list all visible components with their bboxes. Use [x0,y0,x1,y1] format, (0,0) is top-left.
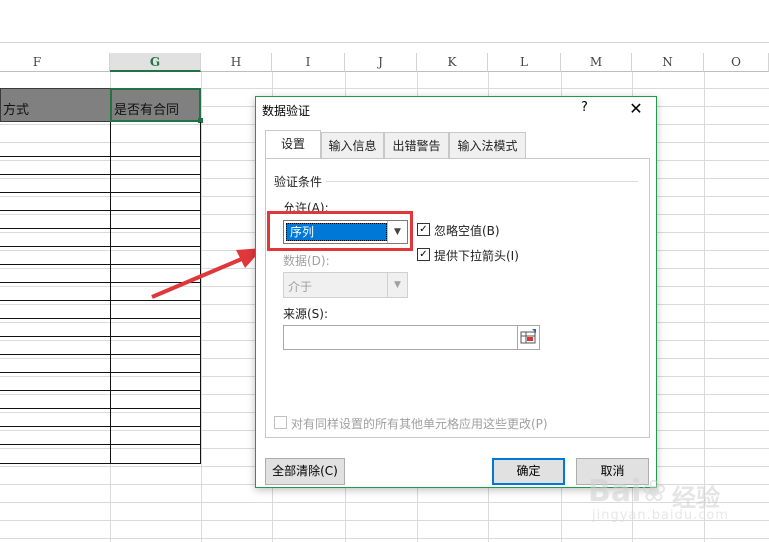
data-select-value: 介于 [288,280,313,294]
watermark-logo-text: Bai [588,474,642,509]
highlight-box [267,211,413,251]
ok-button[interactable]: 确定 [492,458,565,485]
source-input[interactable] [283,325,518,350]
tab-ime-mode[interactable]: 输入法模式 [449,132,526,158]
group-title: 验证条件 [274,175,323,189]
arrow-shaft [151,256,245,299]
chevron-down-icon: ▼ [387,273,407,297]
range-picker-button[interactable] [518,325,540,350]
data-select: 介于 ▼ [283,272,408,298]
data-label: 数据(D): [283,254,330,268]
source-label: 来源(S): [283,307,329,321]
check-icon: ✓ [419,249,428,260]
watermark-url: jingyan.baidu.com [592,508,729,523]
data-validation-dialog: 数据验证 ? ✕ 设置 输入信息 出错警告 输入法模式 验证条件 允许(A): … [255,96,657,488]
ignore-blank-checkbox[interactable]: ✓ [417,223,430,236]
tab-input-message[interactable]: 输入信息 [321,132,384,158]
baidu-jingyan-watermark: Bai❀ 经验 jingyan.baidu.com [588,470,763,530]
ignore-blank-label: 忽略空值(B) [434,224,500,238]
apply-all-label: 对有同样设置的所有其他单元格应用这些更改(P) [291,417,548,431]
group-divider [326,181,638,182]
help-button[interactable]: ? [581,100,588,115]
tab-error-alert[interactable]: 出错警告 [384,132,449,158]
clear-all-button[interactable]: 全部清除(C) [265,458,345,485]
watermark-logo: Bai❀ [588,474,667,509]
apply-all-checkbox [274,416,287,429]
tab-settings[interactable]: 设置 [265,130,321,159]
close-button[interactable]: ✕ [622,97,650,121]
check-icon: ✓ [419,224,428,235]
paw-icon: ❀ [641,474,667,509]
dropdown-arrow-checkbox[interactable]: ✓ [417,248,430,261]
dropdown-arrow-label: 提供下拉箭头(I) [434,249,519,263]
dialog-title: 数据验证 [262,104,311,118]
range-picker-icon [520,329,536,344]
